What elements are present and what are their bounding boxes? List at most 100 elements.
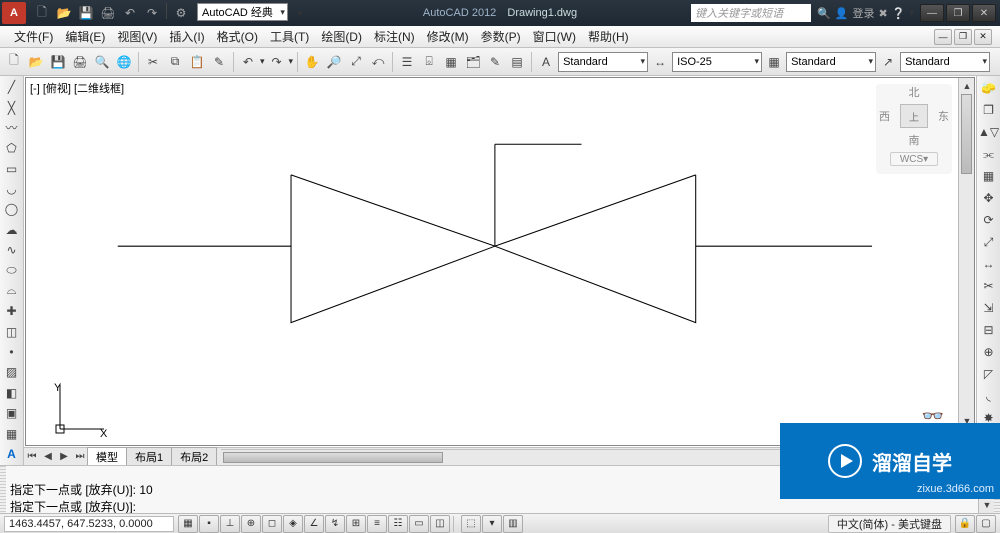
doc-restore-button[interactable]: ❐ [954, 29, 972, 45]
insert-icon[interactable]: ✚ [2, 302, 22, 320]
ellipse-icon[interactable]: ⬭ [2, 261, 22, 279]
search-icon[interactable]: 🔍 [817, 7, 831, 20]
lwt-toggle[interactable]: ≡ [367, 515, 387, 533]
login-button[interactable]: 登录 [853, 5, 875, 21]
join-icon[interactable]: ⊕ [979, 342, 999, 362]
ime-indicator[interactable]: 中文(简体) - 美式键盘 [828, 515, 951, 533]
table-icon[interactable]: ▦ [2, 424, 22, 442]
dimstyle-dropdown[interactable]: ISO-25 [672, 52, 762, 72]
clean-screen-icon[interactable]: ▢ [976, 515, 996, 533]
properties-icon[interactable]: ☰ [397, 52, 417, 72]
textstyle-dropdown[interactable]: Standard [558, 52, 648, 72]
qat-save-icon[interactable]: 💾 [76, 3, 96, 23]
erase-icon[interactable]: 🧽 [979, 78, 999, 98]
infocenter-search-input[interactable]: 键入关键字或短语 [691, 4, 811, 22]
markup-icon[interactable]: ✎ [485, 52, 505, 72]
pan-icon[interactable]: ✋ [302, 52, 322, 72]
tab-last-icon[interactable]: ⏭ [72, 449, 88, 465]
tab-layout2[interactable]: 布局2 [171, 447, 217, 466]
menu-view[interactable]: 视图(V) [111, 26, 163, 47]
dyn-toggle[interactable]: ⊞ [346, 515, 366, 533]
qat-new-icon[interactable]: 🗋 [32, 3, 52, 23]
drawing-canvas[interactable]: [-] [俯视] [二维线框] 北 西 上 东 南 WCS ▾ [25, 77, 975, 446]
dc-icon[interactable]: ⌺ [419, 52, 439, 72]
quickview-drawings-icon[interactable]: ▥ [503, 515, 523, 533]
zoom-rt-icon[interactable]: 🔎 [324, 52, 344, 72]
menu-edit[interactable]: 编辑(E) [59, 26, 111, 47]
open-icon[interactable]: 📂 [26, 52, 46, 72]
chamfer-icon[interactable]: ◸ [979, 364, 999, 384]
mleaderstyle-icon[interactable]: ↗ [878, 52, 898, 72]
block-icon[interactable]: ◫ [2, 323, 22, 341]
hatch-icon[interactable]: ▨ [2, 363, 22, 381]
scroll-up-icon[interactable]: ▲ [959, 78, 975, 94]
ortho-toggle[interactable]: ⊥ [220, 515, 240, 533]
move-icon[interactable]: ✥ [979, 188, 999, 208]
xline-icon[interactable]: ╳ [2, 98, 22, 116]
region-icon[interactable]: ▣ [2, 404, 22, 422]
mirror-icon[interactable]: ▲▽ [979, 122, 999, 142]
app-menu-button[interactable]: A [2, 2, 26, 24]
vscroll-thumb[interactable] [961, 94, 972, 174]
array-icon[interactable]: ▦ [979, 166, 999, 186]
doc-minimize-button[interactable]: — [934, 29, 952, 45]
tab-model[interactable]: 模型 [87, 447, 127, 466]
osnap-toggle[interactable]: ◻ [262, 515, 282, 533]
tab-next-icon[interactable]: ▶ [56, 449, 72, 465]
toolpalettes-icon[interactable]: ▦ [441, 52, 461, 72]
user-icon[interactable]: 👤 [835, 7, 849, 20]
menu-draw[interactable]: 绘图(D) [315, 26, 368, 47]
textstyle-icon[interactable]: A [536, 52, 556, 72]
doc-close-button[interactable]: ✕ [974, 29, 992, 45]
point-icon[interactable]: • [2, 343, 22, 361]
plot-icon[interactable]: 🖨 [70, 52, 90, 72]
hscroll-thumb[interactable] [223, 452, 443, 463]
polar-toggle[interactable]: ⊕ [241, 515, 261, 533]
qcalc-icon[interactable]: ▤ [507, 52, 527, 72]
menu-file[interactable]: 文件(F) [8, 26, 59, 47]
menu-format[interactable]: 格式(O) [211, 26, 264, 47]
close-button[interactable]: ✕ [972, 4, 996, 22]
circle-icon[interactable]: ◯ [2, 200, 22, 218]
tablestyle-dropdown[interactable]: Standard [786, 52, 876, 72]
grid-toggle[interactable]: ▪ [199, 515, 219, 533]
qat-customize-icon[interactable]: ▾ [290, 3, 310, 23]
minimize-button[interactable]: — [920, 4, 944, 22]
qat-redo-icon[interactable]: ↷ [142, 3, 162, 23]
status-tray-icon[interactable]: 🔒 [955, 515, 975, 533]
mtext-icon[interactable]: A [2, 445, 22, 463]
menu-insert[interactable]: 插入(I) [163, 26, 210, 47]
menu-dimension[interactable]: 标注(N) [368, 26, 421, 47]
3dosnap-toggle[interactable]: ◈ [283, 515, 303, 533]
help-icon[interactable]: ❔ [892, 7, 906, 20]
exchange-icon[interactable]: ✖ [879, 7, 888, 20]
revcloud-icon[interactable]: ☁ [2, 221, 22, 239]
qat-open-icon[interactable]: 📂 [54, 3, 74, 23]
fillet-icon[interactable]: ◟ [979, 386, 999, 406]
mleaderstyle-dropdown[interactable]: Standard [900, 52, 990, 72]
undo-list-icon[interactable]: ▾ [260, 56, 265, 67]
rectangle-icon[interactable]: ▭ [2, 160, 22, 178]
tab-prev-icon[interactable]: ◀ [40, 449, 56, 465]
quickview-layouts-icon[interactable]: ▾ [482, 515, 502, 533]
pline-icon[interactable]: 〰 [2, 119, 22, 137]
tab-layout1[interactable]: 布局1 [126, 447, 172, 466]
zoom-window-icon[interactable]: ⤢ [346, 52, 366, 72]
otrack-toggle[interactable]: ∠ [304, 515, 324, 533]
break-icon[interactable]: ⊟ [979, 320, 999, 340]
vertical-scrollbar[interactable]: ▲ ▼ [958, 78, 974, 429]
gradient-icon[interactable]: ◧ [2, 384, 22, 402]
workspace-dropdown[interactable]: AutoCAD 经典 [197, 3, 288, 21]
offset-icon[interactable]: ⫘ [979, 144, 999, 164]
dimstyle-icon[interactable]: ↔ [650, 52, 670, 72]
ducs-toggle[interactable]: ↯ [325, 515, 345, 533]
help-dropdown-icon[interactable]: ▾ [909, 8, 914, 19]
new-icon[interactable]: 🗋 [4, 52, 24, 72]
tpy-toggle[interactable]: ☷ [388, 515, 408, 533]
sc-toggle[interactable]: ◫ [430, 515, 450, 533]
menu-help[interactable]: 帮助(H) [582, 26, 635, 47]
polygon-icon[interactable]: ⬠ [2, 139, 22, 157]
menu-tools[interactable]: 工具(T) [264, 26, 315, 47]
copy-obj-icon[interactable]: ❐ [979, 100, 999, 120]
maximize-button[interactable]: ❐ [946, 4, 970, 22]
